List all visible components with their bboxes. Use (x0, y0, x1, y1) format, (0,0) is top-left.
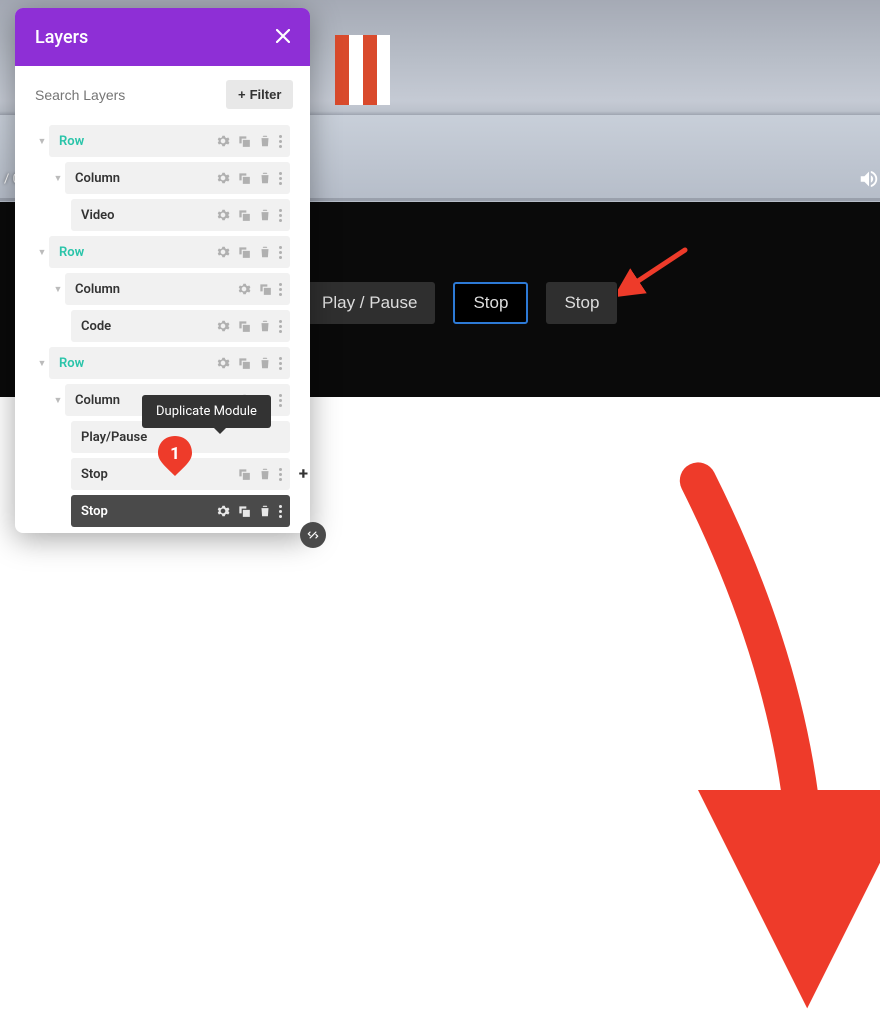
bg-fence (310, 128, 880, 164)
gear-icon[interactable] (237, 282, 251, 296)
annotation-arrow-panel (152, 426, 880, 1018)
caret-down-icon[interactable]: ▼ (35, 136, 49, 147)
layer-label: Column (75, 282, 120, 297)
duplicate-icon[interactable] (237, 171, 251, 185)
layer-row-1[interactable]: ▼ Row (35, 123, 290, 159)
caret-down-icon[interactable]: ▼ (35, 358, 49, 369)
gear-icon[interactable] (216, 208, 230, 222)
layer-label: Row (59, 245, 84, 260)
more-icon[interactable] (279, 172, 282, 185)
caret-down-icon[interactable]: ▼ (51, 395, 65, 406)
trash-icon[interactable] (258, 356, 272, 370)
layer-label: Code (81, 319, 111, 334)
duplicate-icon[interactable] (237, 319, 251, 333)
trash-icon[interactable] (258, 208, 272, 222)
more-icon[interactable] (279, 135, 282, 148)
layer-label: Column (75, 171, 120, 186)
layer-label: Video (81, 208, 115, 223)
bg-tower (335, 35, 390, 105)
more-icon[interactable] (279, 283, 282, 296)
layer-row-3[interactable]: ▼ Row (35, 345, 290, 381)
layer-row-2[interactable]: ▼ Row (35, 234, 290, 270)
search-input[interactable] (35, 87, 216, 103)
gear-icon[interactable] (216, 134, 230, 148)
layer-label: Stop (81, 504, 108, 519)
more-icon[interactable] (279, 357, 282, 370)
filter-button[interactable]: + Filter (226, 80, 293, 109)
layer-label: Column (75, 393, 120, 408)
layer-label: Play/Pause (81, 430, 147, 445)
gear-icon[interactable] (216, 356, 230, 370)
panel-search-bar: + Filter (15, 66, 310, 123)
close-icon[interactable] (276, 27, 290, 48)
preview-play-pause-button[interactable]: Play / Pause (304, 282, 435, 324)
filter-label: Filter (250, 87, 282, 102)
gear-icon[interactable] (216, 245, 230, 259)
panel-header: Layers (15, 8, 310, 66)
trash-icon[interactable] (258, 134, 272, 148)
more-icon[interactable] (279, 320, 282, 333)
caret-down-icon[interactable]: ▼ (51, 284, 65, 295)
annotation-arrow-preview (618, 247, 688, 302)
plus-icon: + (238, 87, 246, 102)
layer-label: Row (59, 356, 84, 371)
gear-icon[interactable] (216, 319, 230, 333)
layer-module-code[interactable]: Code (71, 308, 290, 344)
layer-label: Row (59, 134, 84, 149)
volume-icon[interactable] (858, 168, 880, 190)
trash-icon[interactable] (258, 245, 272, 259)
trash-icon[interactable] (258, 319, 272, 333)
duplicate-icon[interactable] (237, 134, 251, 148)
duplicate-icon[interactable] (258, 282, 272, 296)
duplicate-icon[interactable] (237, 245, 251, 259)
trash-icon[interactable] (258, 171, 272, 185)
gear-icon[interactable] (216, 171, 230, 185)
caret-down-icon[interactable]: ▼ (35, 247, 49, 258)
more-icon[interactable] (279, 394, 282, 407)
panel-title: Layers (35, 27, 88, 48)
tooltip-duplicate-module: Duplicate Module (142, 395, 271, 428)
layer-label: Stop (81, 467, 108, 482)
duplicate-icon[interactable] (237, 208, 251, 222)
more-icon[interactable] (279, 246, 282, 259)
caret-down-icon[interactable]: ▼ (51, 173, 65, 184)
more-icon[interactable] (279, 209, 282, 222)
preview-stop-button-1[interactable]: Stop (453, 282, 528, 324)
layer-module-video[interactable]: Video (71, 197, 290, 233)
duplicate-icon[interactable] (237, 356, 251, 370)
layer-column-2[interactable]: ▼ Column (51, 271, 290, 307)
preview-stop-button-2[interactable]: Stop (546, 282, 617, 324)
layer-column-1[interactable]: ▼ Column (51, 160, 290, 196)
